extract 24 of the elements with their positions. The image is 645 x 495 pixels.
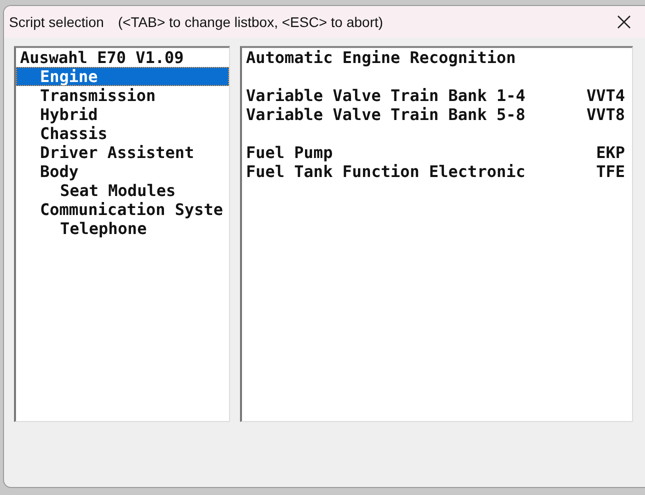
script-code[interactable]: EKP [596, 143, 625, 162]
tree-item[interactable]: Telephone [16, 219, 229, 238]
tree-item[interactable]: Hybrid [16, 105, 229, 124]
script-listbox[interactable]: Automatic Engine Recognition Variable Valve Train Bank 1-4 VVT4 Variable Valve Train Bank 5-8 VVT8 Fuel Pump EKP Fuel Tank Function Electronic TFE [240, 46, 633, 422]
tree-root[interactable]: Auswahl E70 V1.09 [16, 48, 229, 67]
script-code[interactable]: VVT8 [586, 105, 625, 124]
script-name[interactable]: Fuel Pump [246, 143, 333, 162]
script-name[interactable]: Variable Valve Train Bank 1-4 [246, 86, 526, 105]
tree-listbox[interactable]: Auswahl E70 V1.09 Engine Transmission Hybrid Chassis Driver Assistent Body Seat Modules Communication Syste Telephone [14, 46, 230, 422]
tree-item[interactable]: Driver Assistent [16, 143, 229, 162]
script-heading: Automatic Engine Recognition [245, 48, 517, 67]
tree-item[interactable]: Transmission [16, 86, 229, 105]
close-icon [617, 15, 631, 29]
tree-item[interactable]: Seat Modules [16, 181, 229, 200]
window-hint: (<TAB> to change listbox, <ESC> to abort) [118, 14, 384, 30]
script-code[interactable]: VVT4 [586, 86, 625, 105]
tree-item[interactable]: Engine [16, 67, 229, 86]
script-code[interactable]: TFE [596, 162, 625, 181]
script-name[interactable]: Fuel Tank Function Electronic [246, 162, 526, 181]
window-title: Script selection [9, 14, 104, 30]
tree-item[interactable]: Chassis [16, 124, 229, 143]
tree-item[interactable]: Body [16, 162, 229, 181]
script-name[interactable]: Variable Valve Train Bank 5-8 [246, 105, 526, 124]
tree-item[interactable]: Communication Syste [16, 200, 229, 219]
